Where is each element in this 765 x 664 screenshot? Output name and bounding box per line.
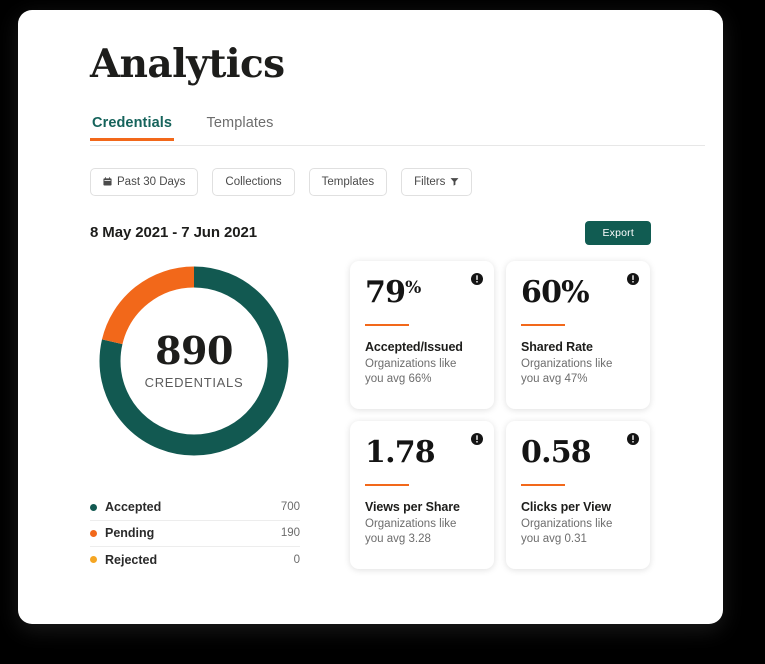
stat-title-accepted-issued: Accepted/Issued [365, 339, 463, 354]
tab-bar: Credentials Templates [90, 114, 705, 146]
legend-dot-accepted [90, 503, 97, 511]
legend-value-rejected: 0 [293, 553, 300, 566]
stat-card-shared-rate: 60% Shared Rate Organizations like you a… [506, 260, 650, 409]
filter-templates[interactable]: Templates [308, 167, 388, 196]
filter-filters[interactable]: Filters [401, 167, 473, 196]
date-range-label: 8 May 2021 - 7 Jun 2021 [90, 224, 257, 242]
analytics-content: 890 CREDENTIALS Accepted 700 Pending 190 [90, 260, 678, 573]
info-icon[interactable] [471, 432, 483, 445]
donut-svg [99, 266, 289, 456]
tab-templates[interactable]: Templates [205, 115, 276, 140]
legend-label-pending: Pending [105, 526, 155, 541]
filter-chip-row: Past 30 Days Collections Templates Filte… [90, 167, 723, 196]
stat-title-shared-rate: Shared Rate [521, 339, 593, 354]
stat-card-views-per-share: 1.78 Views per Share Organizations like … [350, 420, 494, 569]
filter-filters-label: Filters [414, 175, 446, 188]
legend-item-pending: Pending 190 [90, 521, 300, 547]
legend-label-rejected: Rejected [105, 552, 158, 567]
page-title: Analytics [90, 41, 285, 87]
stat-title-views-per-share: Views per Share [365, 499, 460, 514]
stat-rule [521, 323, 565, 326]
legend-item-rejected: Rejected 0 [90, 547, 300, 573]
stat-rule [521, 483, 565, 486]
legend-label-accepted: Accepted [105, 500, 162, 515]
info-icon[interactable] [627, 432, 639, 445]
legend-dot-rejected [90, 556, 97, 564]
credentials-donut-chart: 890 CREDENTIALS [94, 261, 294, 461]
legend-value-accepted: 700 [280, 501, 300, 514]
analytics-page: Analytics Credentials Templates Past 30 … [18, 10, 723, 624]
stat-rule [365, 323, 409, 326]
stat-value-clicks-per-view: 0.58 [521, 434, 592, 470]
tab-credentials[interactable]: Credentials [90, 115, 175, 141]
stat-rule [365, 483, 409, 486]
donut-legend: Accepted 700 Pending 190 Rejected 0 [90, 495, 300, 573]
filter-collections-label: Collections [225, 175, 282, 188]
stat-subtitle-views-per-share: Organizations like you avg 3.28 [365, 517, 457, 546]
info-icon[interactable] [627, 272, 639, 285]
legend-value-pending: 190 [280, 527, 300, 540]
legend-item-accepted: Accepted 700 [90, 495, 300, 521]
legend-dot-pending [90, 529, 97, 537]
info-icon[interactable] [471, 272, 483, 285]
stat-card-clicks-per-view: 0.58 Clicks per View Organizations like … [506, 420, 650, 569]
stat-value-accepted-issued: 79% [365, 274, 421, 310]
calendar-icon [103, 177, 112, 186]
stat-value-shared-rate: 60% [521, 274, 590, 310]
filter-templates-label: Templates [321, 175, 375, 188]
stat-title-clicks-per-view: Clicks per View [521, 499, 611, 514]
filter-past-30-days-label: Past 30 Days [117, 175, 186, 188]
stat-subtitle-accepted-issued: Organizations like you avg 66% [365, 357, 457, 386]
stat-value-views-per-share: 1.78 [365, 434, 436, 470]
stat-cards-column: 79% Accepted/Issued Organizations like y… [350, 260, 678, 573]
stat-subtitle-clicks-per-view: Organizations like you avg 0.31 [521, 517, 613, 546]
stat-card-accepted-issued: 79% Accepted/Issued Organizations like y… [350, 260, 494, 409]
stat-subtitle-shared-rate: Organizations like you avg 47% [521, 357, 613, 386]
filter-collections[interactable]: Collections [212, 167, 295, 196]
app-window: Analytics Credentials Templates Past 30 … [18, 10, 723, 624]
filter-past-30-days[interactable]: Past 30 Days [90, 167, 199, 196]
export-button[interactable]: Export [585, 220, 651, 245]
filter-icon [450, 177, 459, 187]
date-export-row: 8 May 2021 - 7 Jun 2021 Export [90, 220, 651, 245]
donut-column: 890 CREDENTIALS Accepted 700 Pending 190 [90, 261, 310, 573]
stat-card-grid: 79% Accepted/Issued Organizations like y… [350, 260, 650, 569]
